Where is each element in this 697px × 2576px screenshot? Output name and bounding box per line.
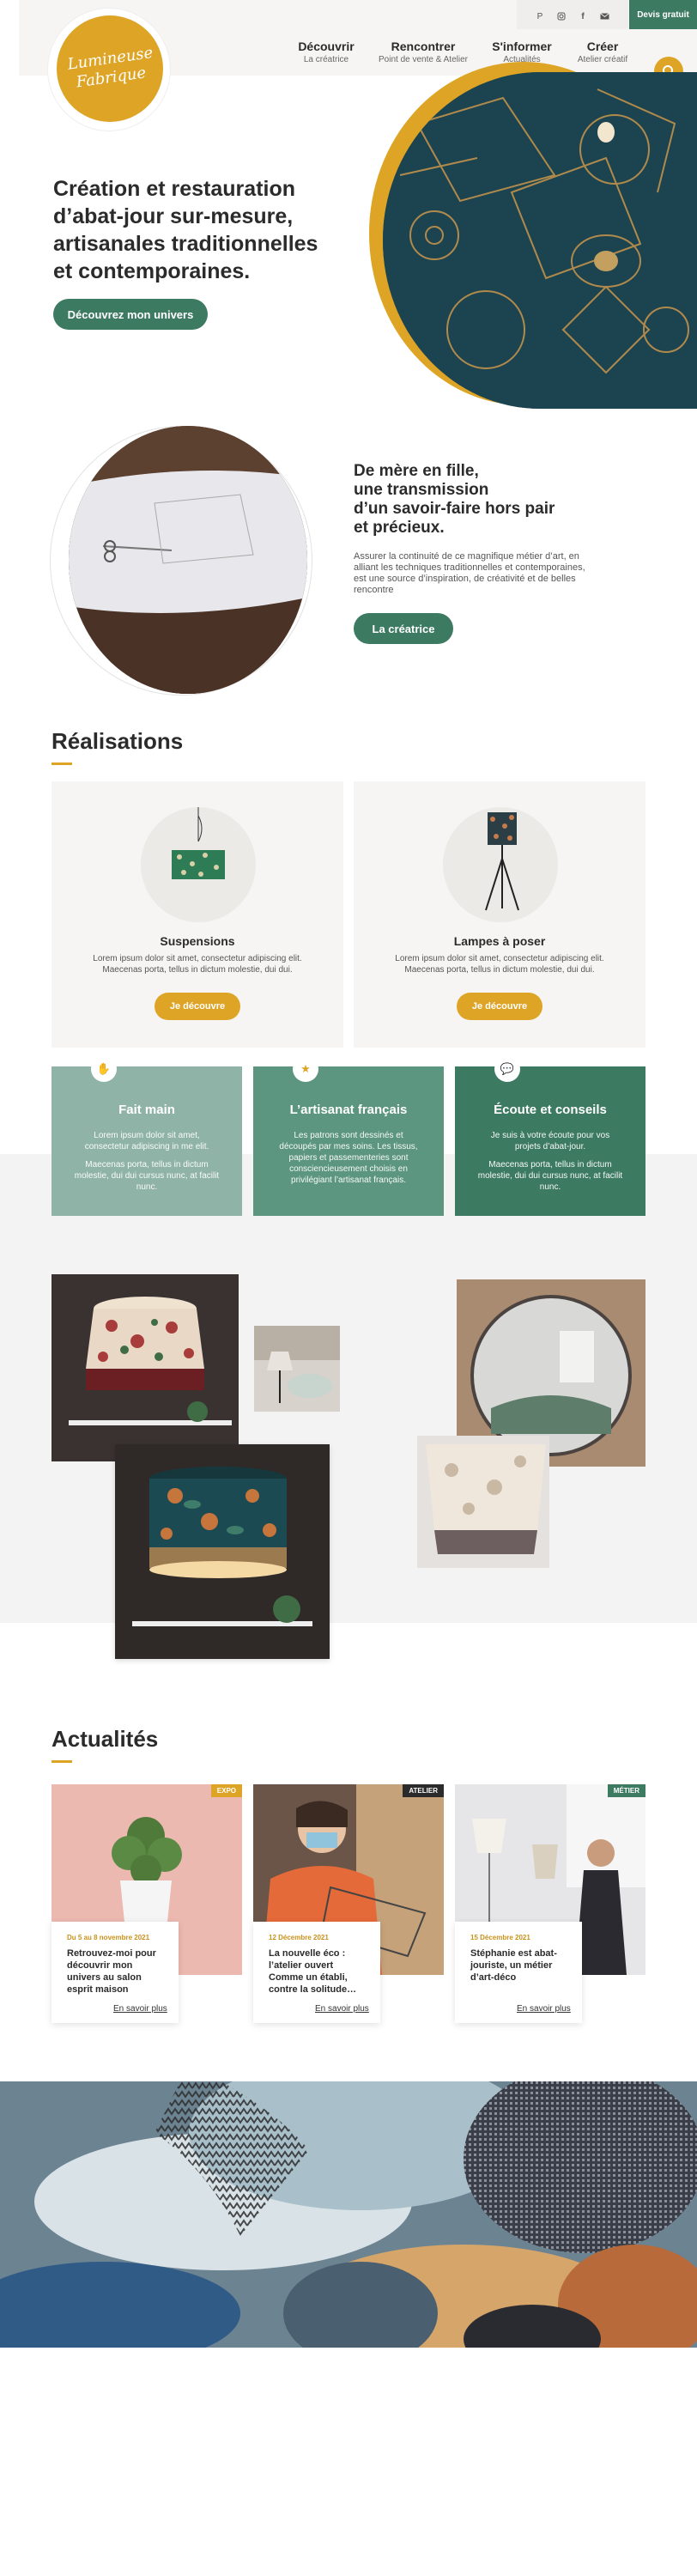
feature-fait-main: Fait main Lorem ipsum dolor sit amet, co…	[52, 1066, 242, 1216]
news-title-underline	[52, 1760, 72, 1763]
nav-title: Rencontrer	[391, 39, 456, 53]
nav-title: Créer	[586, 39, 619, 53]
news-card-title: La nouvelle éco : l’atelier ouvert Comme…	[269, 1948, 357, 1995]
nav-sinformer[interactable]: S'informer Actualités	[486, 39, 558, 64]
instagram-icon[interactable]	[550, 5, 573, 27]
feature-artisanat: L’artisanat français Les patrons sont de…	[253, 1066, 444, 1216]
hero-heading: Création et restauration d’abat-jour sur…	[53, 177, 318, 283]
gallery-photo-fringe-lamp[interactable]	[417, 1436, 549, 1568]
about-creatrice-button[interactable]: La créatrice	[354, 613, 453, 644]
footer-banner-image	[0, 2081, 697, 2348]
logo-text: Lumineuse Fabrique	[66, 43, 155, 92]
about-image	[69, 426, 307, 694]
facebook-icon[interactable]: f	[572, 5, 594, 27]
card-lampes[interactable]: Lampes à poser Lorem ipsum dolor sit ame…	[354, 781, 645, 1048]
feature-title: L’artisanat français	[289, 1103, 408, 1117]
news-card-title: Stéphanie est abat-jouriste, un métier d…	[470, 1948, 557, 1983]
feature-title: Écoute et conseils	[494, 1103, 607, 1117]
news-date: 12 Décembre 2021	[269, 1934, 329, 1941]
news-card-atelier[interactable]: 12 Décembre 2021 La nouvelle éco : l’ate…	[253, 1922, 380, 2023]
chat-icon: 💬	[494, 1056, 520, 1082]
feature-text: Maecenas porta, tellus in dictum molesti…	[74, 1160, 220, 1192]
nav-title: Découvrir	[298, 39, 355, 53]
card-title: Suspensions	[160, 934, 235, 948]
nav-rencontrer[interactable]: Rencontrer Point de vente & Atelier	[367, 39, 479, 64]
about-heading-line: une transmission	[354, 481, 489, 499]
news-date: 15 Décembre 2021	[470, 1934, 530, 1941]
hero-image	[383, 72, 697, 409]
news-date: Du 5 au 8 novembre 2021	[67, 1934, 150, 1941]
gallery-photo-small-lamp[interactable]	[254, 1326, 340, 1412]
pinterest-icon[interactable]: P	[529, 5, 551, 27]
card-suspensions[interactable]: Suspensions Lorem ipsum dolor sit amet, …	[52, 781, 343, 1048]
news-card-title: Retrouvez-moi pour découvrir mon univers…	[67, 1948, 156, 1995]
feature-text: Je suis à votre écoute pour vos projets …	[490, 1131, 610, 1151]
suspension-image	[141, 781, 256, 922]
nav-sub: La créatrice	[303, 55, 349, 64]
gallery-photo-floral-lamp[interactable]	[52, 1274, 239, 1461]
about-heading-line: d’un savoir-faire hors pair	[354, 500, 555, 518]
card-text: Lorem ipsum dolor sit amet, consectetur …	[93, 954, 302, 975]
about-heading-line: et précieux.	[354, 519, 445, 537]
news-read-more-link[interactable]: En savoir plus	[315, 2004, 369, 2014]
realisations-title: Réalisations	[52, 728, 184, 754]
hero-discover-button[interactable]: Découvrez mon univers	[53, 299, 208, 330]
feature-ecoute: Écoute et conseils Je suis à votre écout…	[455, 1066, 645, 1216]
feature-text: Lorem ipsum dolor sit amet, consectetur …	[84, 1131, 209, 1151]
mail-icon[interactable]	[593, 5, 615, 27]
news-tag: EXPO	[210, 1784, 242, 1797]
card-discover-button[interactable]: Je découvre	[457, 993, 542, 1020]
news-tag: MÉTIER	[607, 1784, 645, 1797]
lamp-image	[443, 807, 558, 922]
feature-text: Maecenas porta, tellus in dictum molesti…	[477, 1160, 623, 1192]
news-read-more-link[interactable]: En savoir plus	[113, 2004, 167, 2014]
feature-text: Les patrons sont dessinés et découpés pa…	[279, 1131, 418, 1185]
nav-title: S'informer	[492, 39, 552, 53]
card-discover-button[interactable]: Je découvre	[155, 993, 240, 1020]
about-heading-line: De mère en fille,	[354, 462, 479, 480]
news-tag: ATELIER	[403, 1784, 444, 1797]
about-heading: De mère en fille, une transmission d’un …	[354, 462, 611, 538]
card-title: Lampes à poser	[453, 934, 546, 948]
about-text: Assurer la continuité de ce magnifique m…	[354, 551, 585, 595]
news-read-more-link[interactable]: En savoir plus	[517, 2004, 571, 2014]
nav-sub: Point de vente & Atelier	[379, 55, 468, 64]
logo[interactable]: Lumineuse Fabrique	[48, 9, 170, 131]
card-text: Lorem ipsum dolor sit amet, consectetur …	[395, 954, 604, 975]
news-card-expo[interactable]: Du 5 au 8 novembre 2021 Retrouvez-moi po…	[52, 1922, 179, 2023]
news-card-metier[interactable]: 15 Décembre 2021 Stéphanie est abat-jour…	[455, 1922, 582, 2023]
badge-icon: ★	[293, 1056, 318, 1082]
nav-decouvrir[interactable]: Découvrir La créatrice	[290, 39, 362, 64]
nav-creer[interactable]: Créer Atelier créatif	[567, 39, 639, 64]
nav-sub: Atelier créatif	[577, 55, 628, 64]
gallery-photo-teal-lamp[interactable]	[115, 1444, 330, 1659]
logo-circle: Lumineuse Fabrique	[57, 15, 163, 122]
free-quote-button[interactable]: Devis gratuit	[629, 0, 697, 29]
feature-title: Fait main	[118, 1103, 175, 1117]
realisations-title-underline	[52, 762, 72, 765]
hand-icon: ✋	[91, 1056, 117, 1082]
news-title: Actualités	[52, 1726, 159, 1752]
